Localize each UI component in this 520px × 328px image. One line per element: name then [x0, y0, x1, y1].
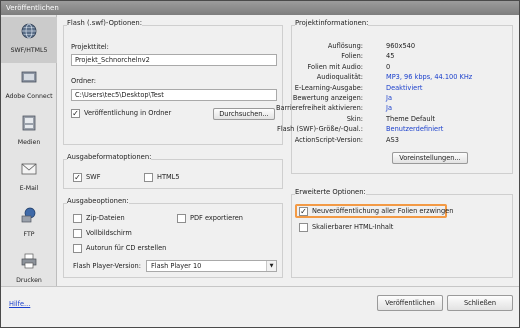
- window-title: Veröffentlichen: [1, 1, 519, 15]
- adobe-connect-icon: [21, 71, 37, 83]
- project-info-value: 45: [386, 52, 395, 61]
- chevron-down-icon: ▼: [266, 261, 276, 271]
- project-info-row: Audioqualität: MP3, 96 kbps, 44.100 KHz: [223, 73, 473, 83]
- pdf-export-checkbox[interactable]: [177, 214, 186, 223]
- sidebar: SWF/HTML5 Adobe Connect Medien E-Mail FT…: [1, 15, 57, 286]
- zip-label: Zip-Dateien: [86, 214, 125, 222]
- autorun-label: Autorun für CD erstellen: [86, 244, 167, 252]
- media-icon: [22, 115, 36, 131]
- fullscreen-checkbox[interactable]: [73, 229, 82, 238]
- project-info-row: Barrierefreiheit aktivieren: Ja: [223, 104, 433, 114]
- player-version-select[interactable]: Flash Player 10 ▼: [146, 260, 277, 272]
- sidebar-item-label: Medien: [17, 139, 41, 146]
- scalable-html-checkbox[interactable]: [299, 223, 308, 232]
- swf-checkbox[interactable]: ✓: [73, 173, 82, 182]
- project-info-row: ActionScript-Version: AS3: [223, 136, 433, 146]
- player-version-label: Flash Player-Version:: [73, 262, 141, 270]
- project-info-key: Skin:: [346, 114, 363, 123]
- publish-button[interactable]: Veröffentlichen: [377, 295, 443, 311]
- project-info-link[interactable]: Benutzerdefiniert: [386, 125, 443, 133]
- swf-label: SWF: [86, 173, 101, 181]
- zip-checkbox[interactable]: [73, 214, 82, 223]
- publish-dialog: Veröffentlichen SWF/HTML5 Adobe Connect: [0, 0, 520, 328]
- sidebar-item-label: E-Mail: [19, 185, 39, 192]
- project-info-row: Folien: 45: [223, 52, 433, 62]
- project-info-key: Folien:: [341, 52, 363, 61]
- project-info-key: Flash (SWF)-Größe/-Qual.:: [277, 125, 363, 134]
- sidebar-item-label: SWF/HTML5: [10, 47, 48, 54]
- sidebar-item-adobe-connect[interactable]: Adobe Connect: [1, 63, 57, 109]
- pdf-export-label: PDF exportieren: [190, 214, 243, 222]
- output-format-title: Ausgabeformatoptionen:: [67, 153, 152, 161]
- close-button[interactable]: Schließen: [447, 295, 513, 311]
- project-info-row: Flash (SWF)-Größe/-Qual.: Benutzerdefinie…: [223, 125, 443, 135]
- project-title-label: Projekttitel:: [71, 43, 109, 51]
- globe-icon: [21, 23, 37, 39]
- publish-in-folder-checkbox[interactable]: ✓: [71, 109, 80, 118]
- project-info-link[interactable]: Ja: [386, 104, 392, 112]
- project-info-row: Skin: Theme Default: [223, 114, 435, 125]
- project-info-value: 0: [386, 62, 391, 71]
- publish-in-folder-label: Veröffentlichung in Ordner: [84, 109, 172, 117]
- sidebar-item-email[interactable]: E-Mail: [1, 155, 57, 201]
- folder-label: Ordner:: [71, 77, 97, 85]
- project-info-key: Auflösung:: [327, 42, 363, 50]
- html5-label: HTML5: [157, 173, 180, 181]
- envelope-icon: [21, 163, 37, 175]
- project-info-value: AS3: [386, 135, 399, 144]
- printer-icon: [21, 253, 37, 269]
- fullscreen-label: Vollbildschirm: [86, 229, 132, 237]
- project-info-link[interactable]: Deaktiviert: [386, 84, 423, 92]
- sidebar-item-swf-html5[interactable]: SWF/HTML5: [1, 17, 57, 63]
- preferences-button[interactable]: Voreinstellungen...: [392, 152, 468, 164]
- force-republish-checkbox[interactable]: ✓: [299, 207, 308, 216]
- sidebar-item-ftp[interactable]: FTP: [1, 201, 57, 247]
- project-info-key: Bewertung anzeigen:: [292, 94, 363, 102]
- project-info-link[interactable]: Ja: [386, 94, 392, 102]
- project-info-key: ActionScript-Version:: [294, 135, 363, 144]
- project-info-row: E-Learning-Ausgabe: Deaktiviert: [223, 84, 433, 94]
- project-info-value: 960x540: [386, 42, 416, 50]
- project-info-key: E-Learning-Ausgabe:: [294, 83, 363, 92]
- project-info-row: Bewertung anzeigen: Ja: [223, 94, 433, 104]
- project-info-key: Folien mit Audio:: [307, 62, 364, 71]
- autorun-checkbox[interactable]: [73, 244, 82, 253]
- advanced-options-title: Erweiterte Optionen:: [295, 188, 366, 196]
- footer-separator: [1, 286, 519, 287]
- sidebar-item-label: FTP: [23, 231, 35, 238]
- project-info-link[interactable]: MP3, 96 kbps, 44.100 KHz: [386, 73, 472, 81]
- scalable-html-label: Skalierbarer HTML-Inhalt: [312, 223, 394, 231]
- help-link[interactable]: Hilfe...: [9, 300, 30, 308]
- project-info-row: Auflösung: 960x540: [223, 42, 433, 52]
- ftp-icon: [21, 207, 36, 223]
- project-info-key: Barrierefreiheit aktivieren:: [276, 104, 363, 113]
- project-info-value: Theme Default: [386, 114, 435, 123]
- output-options-title: Ausgabeoptionen:: [67, 197, 129, 205]
- sidebar-item-label: Adobe Connect: [5, 93, 53, 100]
- force-republish-label: Neuveröffentlichung aller Folien erzwing…: [312, 207, 454, 215]
- flash-options-title: Flash (.swf)-Optionen:: [67, 19, 143, 27]
- sidebar-item-label: Drucken: [16, 277, 42, 284]
- project-info-title: Projektinformationen:: [295, 19, 369, 27]
- html5-checkbox[interactable]: [144, 173, 153, 182]
- project-info-key: Audioqualität:: [316, 73, 363, 82]
- player-version-value: Flash Player 10: [151, 262, 202, 270]
- project-info-row: Folien mit Audio: 0: [223, 63, 433, 73]
- sidebar-item-media[interactable]: Medien: [1, 109, 57, 155]
